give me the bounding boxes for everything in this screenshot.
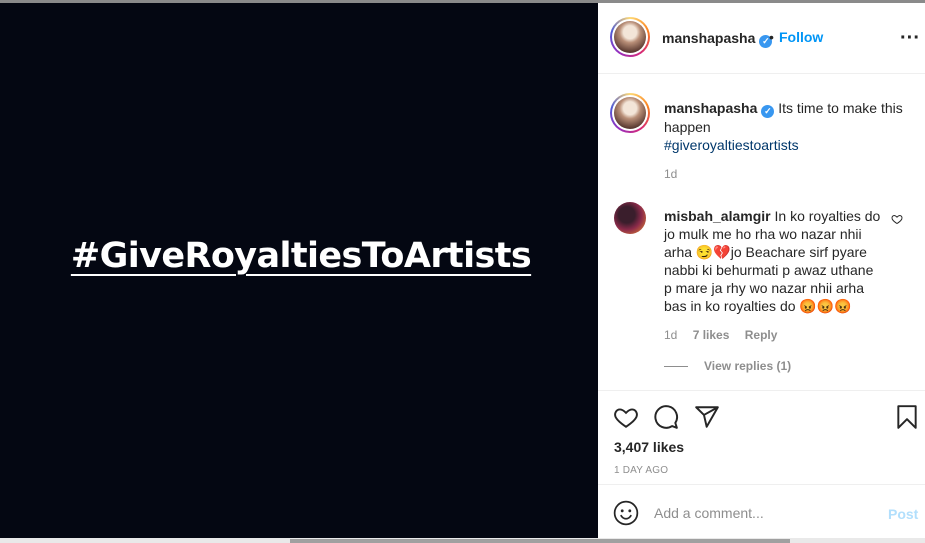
- header-avatar[interactable]: [610, 17, 650, 57]
- post-media[interactable]: #GiveRoyaltiesToArtists: [0, 3, 598, 541]
- comment-input[interactable]: [654, 501, 874, 525]
- comment-body: misbah_alamgir In ko royalties do jo mul…: [664, 207, 884, 315]
- caption-hashtag-link[interactable]: #giveroyaltiestoartists: [664, 136, 914, 154]
- follow-button[interactable]: Follow: [779, 29, 823, 45]
- caption-username[interactable]: manshapasha: [664, 100, 757, 116]
- caption-body: manshapasha ✓ Its time to make this happe…: [664, 99, 914, 154]
- post-side-panel: manshapasha ✓ • Follow ··· manshapasha ✓ I…: [598, 3, 925, 541]
- comment-icon[interactable]: [653, 404, 679, 430]
- header-username[interactable]: manshapasha ✓: [662, 30, 773, 48]
- post-date[interactable]: 1 DAY AGO: [614, 465, 668, 476]
- comment-avatar[interactable]: [614, 202, 646, 234]
- likes-count[interactable]: 3,407 likes: [614, 439, 684, 455]
- scrollbar-thumb[interactable]: [290, 539, 790, 543]
- view-replies-button[interactable]: View replies (1): [704, 359, 791, 373]
- replies-divider: [664, 366, 688, 367]
- header-separator: •: [769, 29, 774, 45]
- comment-likes-count[interactable]: 7 likes: [693, 328, 730, 342]
- verified-badge-icon: ✓: [761, 105, 775, 118]
- horizontal-scrollbar[interactable]: [0, 538, 925, 543]
- comment-heart-icon[interactable]: [891, 213, 903, 225]
- bookmark-icon[interactable]: [894, 404, 920, 430]
- comment-username[interactable]: misbah_alamgir: [664, 208, 771, 224]
- add-comment-form: Post: [598, 484, 925, 541]
- post-actions: 3,407 likes 1 DAY AGO: [598, 390, 925, 490]
- post-header: manshapasha ✓ • Follow ···: [598, 3, 925, 74]
- share-icon[interactable]: [694, 404, 720, 430]
- header-username-text[interactable]: manshapasha: [662, 30, 755, 46]
- reply-button[interactable]: Reply: [745, 328, 778, 342]
- caption-timestamp[interactable]: 1d: [664, 167, 677, 181]
- comment-timestamp[interactable]: 1d: [664, 328, 677, 342]
- comment-meta: 1d 7 likes Reply: [664, 328, 789, 342]
- more-horizontal-icon[interactable]: ···: [900, 27, 920, 50]
- heart-icon[interactable]: [613, 404, 639, 430]
- emoji-icon[interactable]: [613, 500, 639, 526]
- post-comment-button[interactable]: Post: [888, 506, 918, 522]
- media-hashtag-text: #GiveRoyaltiesToArtists: [70, 236, 532, 276]
- caption-avatar[interactable]: [610, 93, 650, 133]
